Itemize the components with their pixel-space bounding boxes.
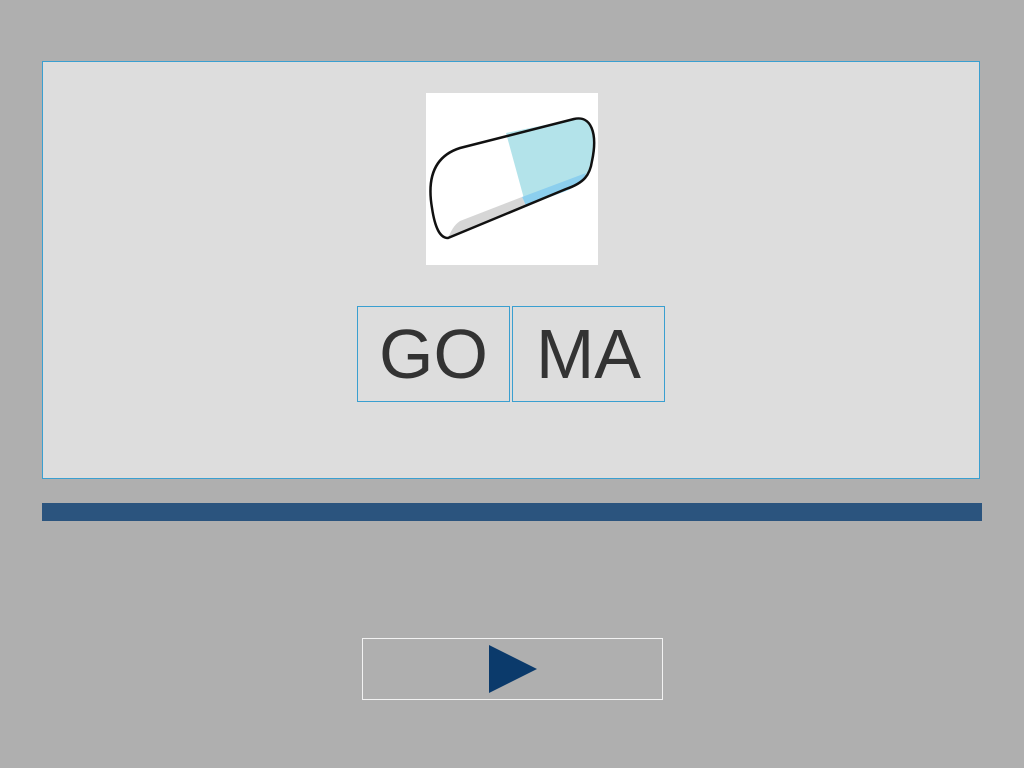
next-button[interactable] <box>362 638 663 700</box>
play-triangle-icon <box>488 645 537 693</box>
syllable-row: GO MA <box>357 306 667 402</box>
syllable-tile-go[interactable]: GO <box>357 306 510 402</box>
exercise-screen: GO MA <box>0 0 1024 768</box>
word-picture <box>426 93 598 265</box>
progress-bar <box>42 503 982 521</box>
eraser-icon <box>429 117 596 240</box>
syllable-tile-ma[interactable]: MA <box>512 306 665 402</box>
